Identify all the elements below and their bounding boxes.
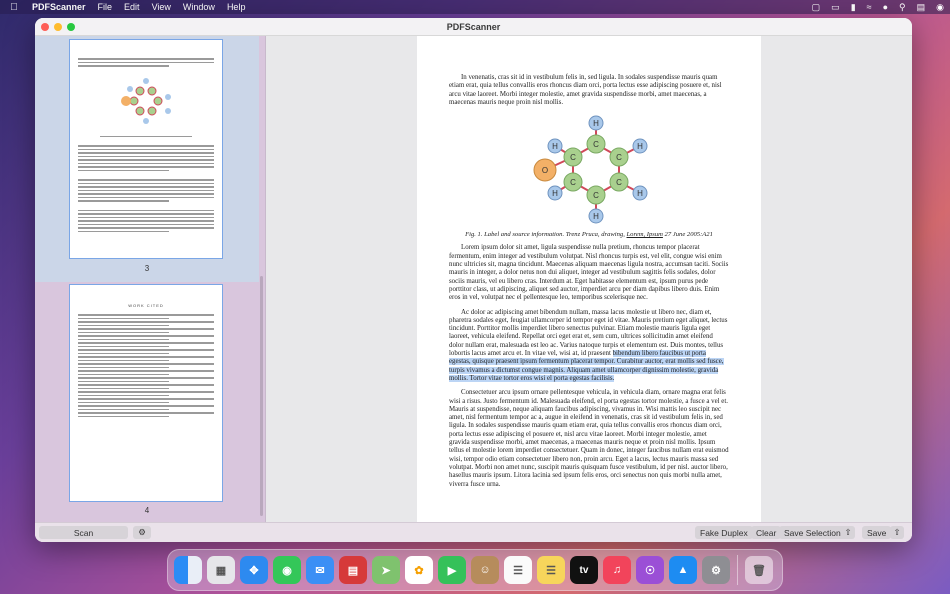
finder-icon[interactable] [174, 556, 202, 584]
molecule-figure: H H H H H H O C C C C C C [449, 113, 729, 227]
atom-h-bottom: H [593, 212, 599, 221]
atom-h-upper-left: H [552, 142, 558, 151]
clear-button[interactable]: Clear [751, 526, 782, 539]
maps-icon[interactable]: ➤ [372, 556, 400, 584]
user-icon[interactable]: ● [883, 2, 888, 12]
document-view[interactable]: In venenatis, cras sit id in vestibulum … [266, 36, 912, 522]
fake-duplex-button[interactable]: Fake Duplex [695, 526, 753, 539]
atom-h-top: H [593, 119, 599, 128]
document-page[interactable]: In venenatis, cras sit id in vestibulum … [417, 36, 761, 522]
safari-icon[interactable]: ✥ [240, 556, 268, 584]
podcasts-icon[interactable]: ☉ [636, 556, 664, 584]
share-selection-icon[interactable]: ⇧ [841, 526, 855, 539]
apple-menu-icon[interactable]:  [6, 2, 22, 13]
launchpad-icon[interactable]: ▦ [207, 556, 235, 584]
menu-window[interactable]: Window [183, 2, 215, 12]
trash-icon[interactable]: 🗑 [745, 556, 773, 584]
molecule-diagram: H H H H H H O C C C C C C [533, 115, 648, 224]
gear-icon[interactable]: ⚙ [133, 526, 151, 539]
settings-icon[interactable]: ⚙ [702, 556, 730, 584]
appletv-icon[interactable]: tv [570, 556, 598, 584]
messages-icon[interactable]: ◉ [273, 556, 301, 584]
dock-separator [737, 555, 738, 585]
thumbnail-page-4[interactable]: WORK CITED [69, 284, 223, 502]
mail-icon[interactable]: ✉ [306, 556, 334, 584]
photos-icon[interactable]: ✿ [405, 556, 433, 584]
appstore-icon[interactable]: ▲ [669, 556, 697, 584]
page-thumbnail-sidebar[interactable]: 3 WORK CITED 4 [35, 36, 266, 522]
menu-view[interactable]: View [152, 2, 171, 12]
title-bar: PDFScanner [35, 18, 912, 36]
figure-caption: Fig. 1. Label and source information. Tr… [449, 231, 729, 239]
menu-edit[interactable]: Edit [124, 2, 140, 12]
scan-button[interactable]: Scan [39, 526, 128, 539]
display-icon[interactable]: ▭ [831, 2, 840, 13]
atom-c-1: C [593, 140, 599, 149]
pdfscanner-icon[interactable]: ▤ [339, 556, 367, 584]
atom-c-3: C [616, 153, 622, 162]
save-selection-button[interactable]: Save Selection [779, 526, 846, 539]
menu-bar:  PDFScanner File Edit View Window Help … [0, 0, 950, 14]
atom-h-lower-left: H [552, 189, 558, 198]
atom-c-4: C [570, 178, 576, 187]
dock: ▦ ✥ ◉ ✉ ▤ ➤ ✿ ▶ ☺ ☰ ☰ tv ♫ ☉ ▲ ⚙ 🗑 [167, 549, 783, 591]
atom-c-5: C [616, 178, 622, 187]
atom-h-lower-right: H [637, 189, 643, 198]
music-icon[interactable]: ♫ [603, 556, 631, 584]
notes-icon[interactable]: ☰ [537, 556, 565, 584]
bottom-toolbar: Scan ⚙ Fake Duplex Clear Save Selection … [35, 522, 912, 542]
caption-date: 27 June 2005:A21 [662, 231, 713, 239]
atom-o: O [542, 166, 548, 175]
thumbnail-molecule-image [121, 77, 171, 124]
wifi-icon[interactable]: ≈ [867, 2, 872, 12]
share-icon[interactable]: ⇧ [890, 526, 904, 539]
menu-help[interactable]: Help [227, 2, 246, 12]
thumbnail-page-3-label: 3 [144, 264, 150, 273]
app-window: PDFScanner 3 WORK CITED 4 In venenatis, … [35, 18, 912, 542]
screen-mirroring-icon[interactable]: ▢ [812, 2, 821, 13]
caption-link[interactable]: Lorem, Ipsum [627, 231, 663, 238]
app-menu[interactable]: PDFScanner [32, 2, 86, 12]
thumbnail-page-3[interactable] [69, 39, 223, 259]
paragraph-1: In venenatis, cras sit id in vestibulum … [449, 74, 722, 106]
paragraph-2: Lorem ipsum dolor sit amet, ligula suspe… [449, 244, 729, 302]
paragraph-3: Ac dolor ac adipiscing amet bibendum nul… [449, 309, 729, 384]
battery-icon[interactable]: ▮ [851, 2, 856, 13]
caption-text: Fig. 1. Label and source information. Tr… [465, 231, 627, 239]
facetime-icon[interactable]: ▶ [438, 556, 466, 584]
atom-c-2: C [570, 153, 576, 162]
spotlight-search-icon[interactable]: ⚲ [899, 2, 906, 13]
reminders-icon[interactable]: ☰ [504, 556, 532, 584]
paragraph-4: Consectetuer arcu ipsum ornare pellentes… [449, 389, 729, 488]
contacts-icon[interactable]: ☺ [471, 556, 499, 584]
control-center-icon[interactable]: ▤ [917, 2, 926, 13]
save-button[interactable]: Save [862, 526, 892, 539]
window-title: PDFScanner [446, 21, 501, 32]
sidebar-scrollbar[interactable] [260, 276, 263, 516]
menu-file[interactable]: File [98, 2, 113, 12]
atom-c-6: C [593, 191, 599, 200]
thumbnail-page-4-label: 4 [144, 506, 150, 515]
atom-h-upper-right: H [637, 142, 643, 151]
siri-icon[interactable]: ◉ [936, 2, 944, 13]
